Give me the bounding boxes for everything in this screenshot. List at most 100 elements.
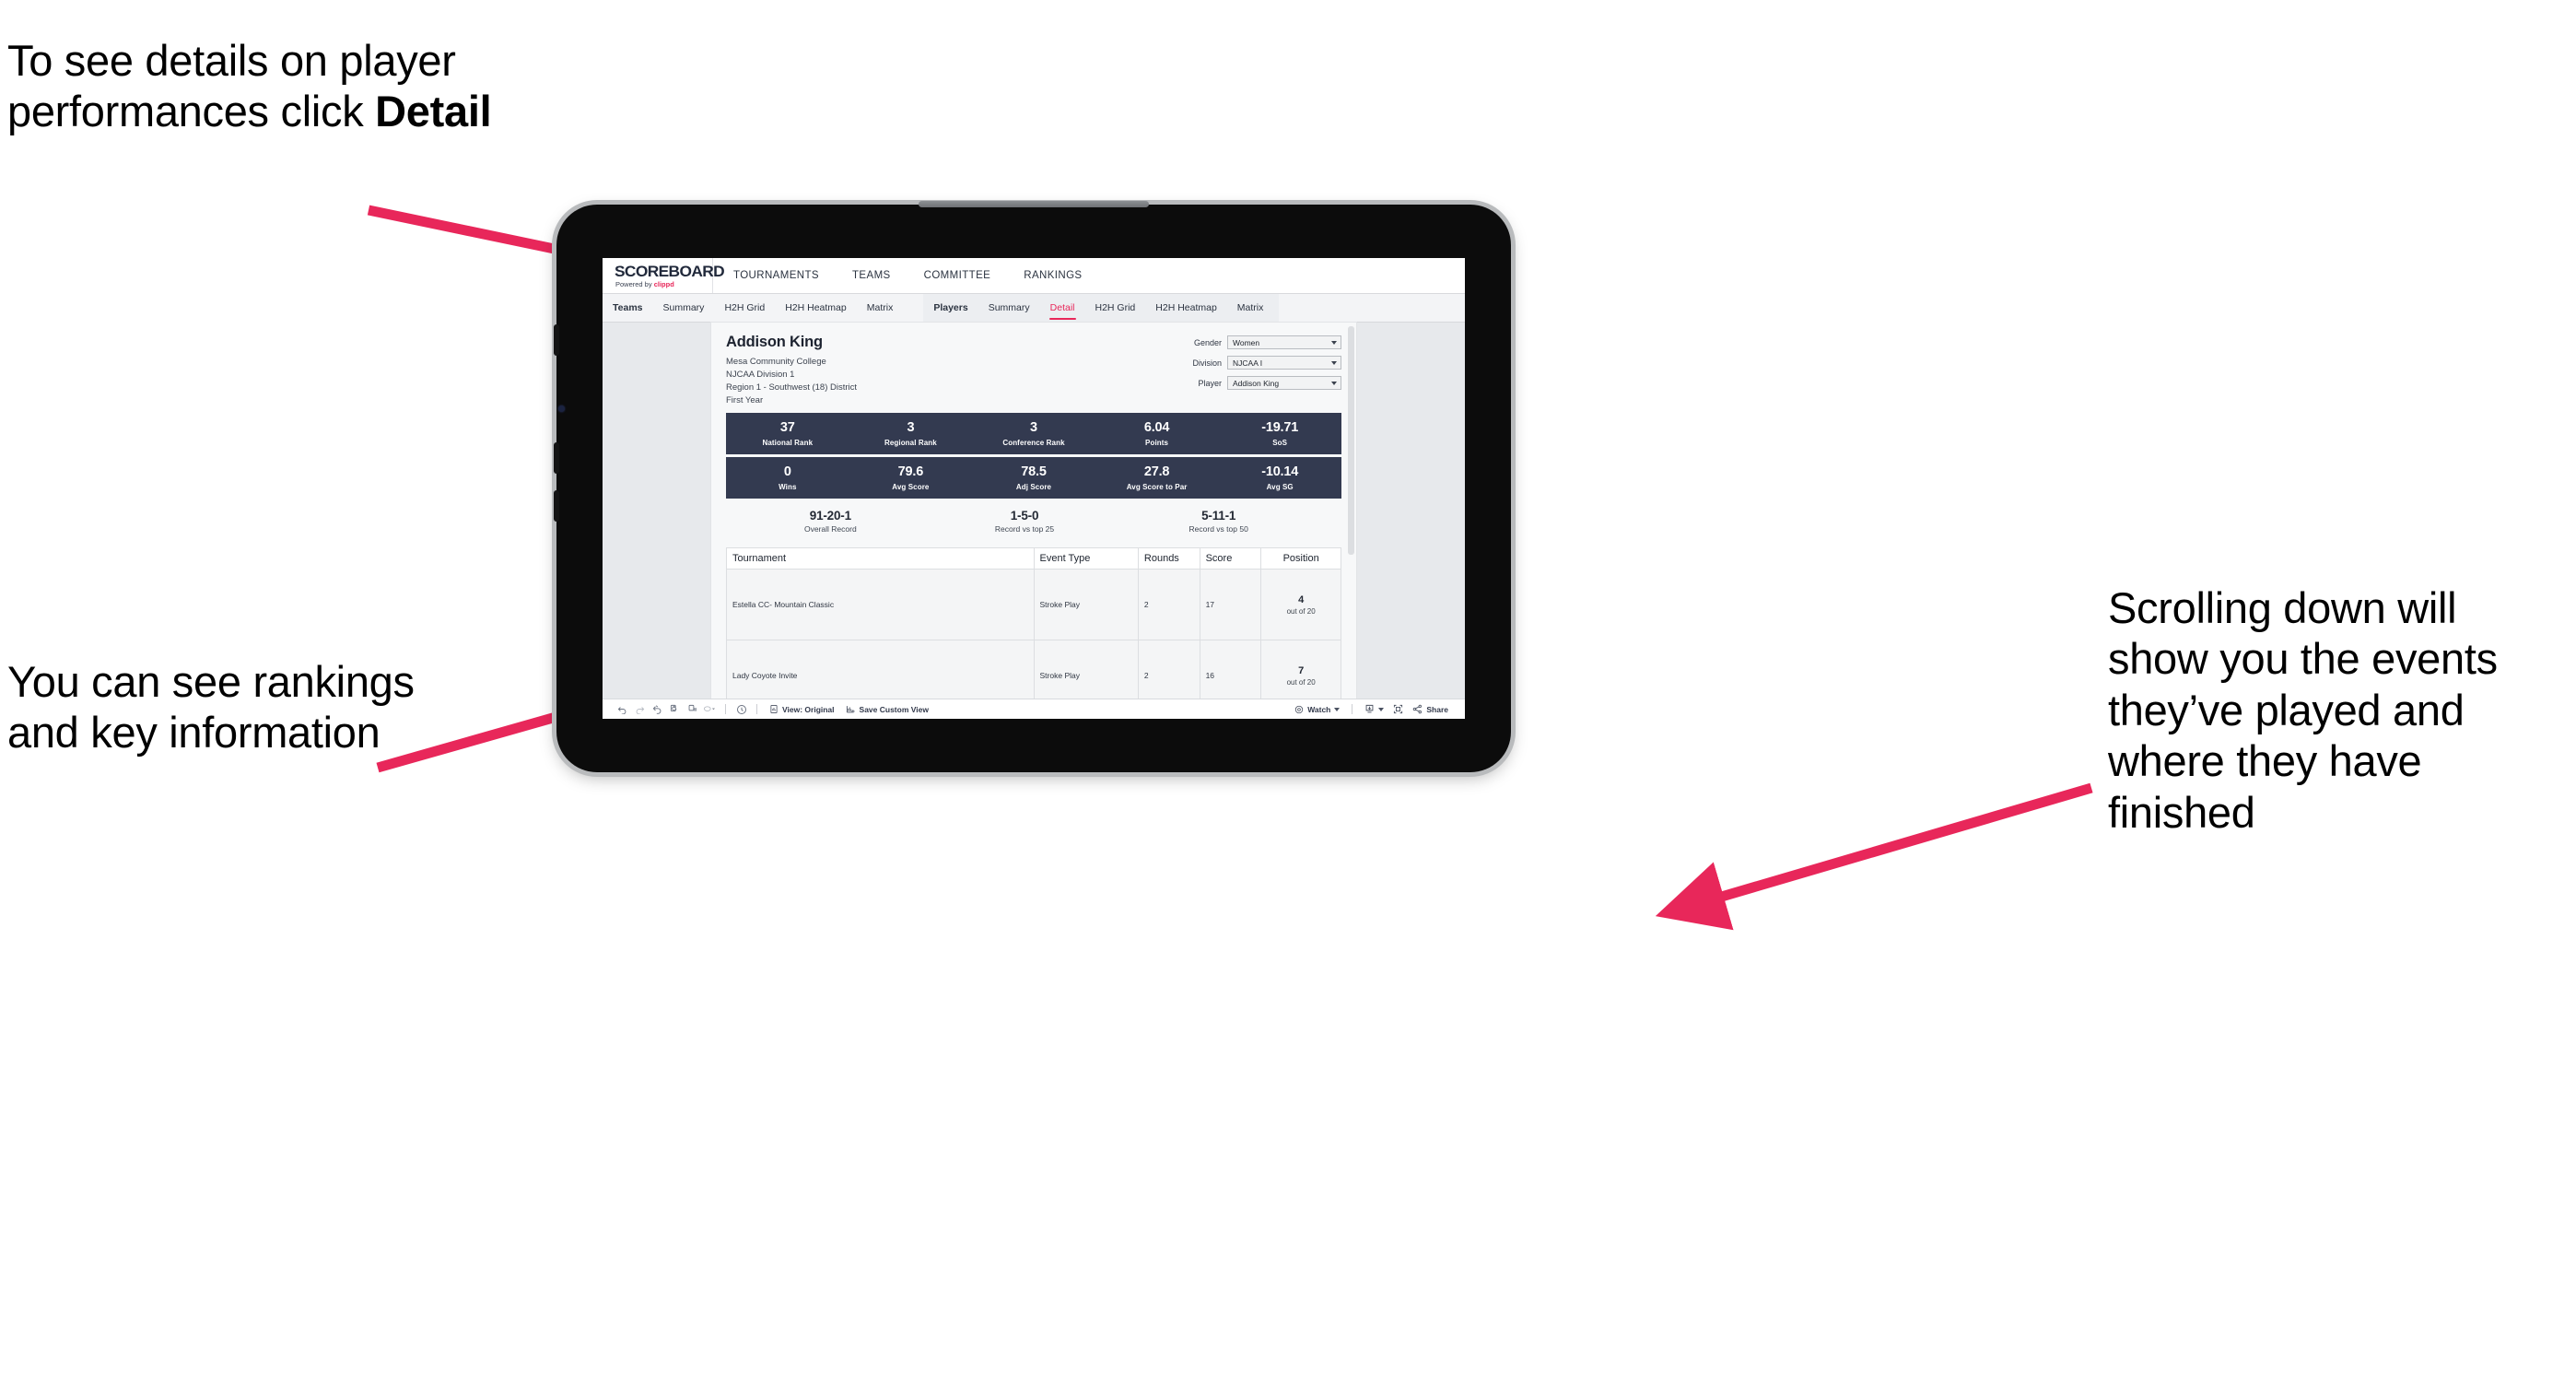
stat-adj-score-label: Adj Score [1015,482,1052,491]
sub-nav-item-players-h2h-grid[interactable]: H2H Grid [1085,294,1146,322]
tablet-button-volume-up[interactable] [554,442,559,474]
record-overall-label: Overall Record [803,524,857,534]
sub-nav-group-teams: Teams Summary H2H Grid H2H Heatmap Matri… [603,294,903,322]
cell-position: 4 out of 20 [1260,569,1341,641]
vertical-scrollbar[interactable] [1348,326,1354,555]
view-original-label: View: Original [782,704,835,714]
watch-label: Watch [1307,704,1331,714]
sub-nav: Teams Summary H2H Grid H2H Heatmap Matri… [603,294,1465,323]
tablet-speaker-grille [919,201,1149,207]
sub-nav-item-teams-summary[interactable]: Summary [653,294,715,322]
stat-sos-label: SoS [1272,438,1288,447]
record-top50-label: Record vs top 50 [1188,524,1248,534]
stat-regional-rank: 3 Regional Rank [849,419,973,447]
tournaments-table: Tournament Event Type Rounds Score Posit… [726,547,1341,712]
top-nav-item-teams[interactable]: TEAMS [836,270,907,281]
chevron-down-icon [1331,381,1337,385]
stat-adj-score: 78.5 Adj Score [972,464,1095,491]
pause-icon[interactable] [684,702,701,717]
stat-national-rank-label: National Rank [762,438,814,447]
site-header: SCOREBOARD Powered by clippd TOURNAMENTS… [603,258,1465,294]
top-nav-item-tournaments[interactable]: TOURNAMENTS [713,270,836,281]
sub-nav-item-teams[interactable]: Teams [603,294,653,322]
filter-division-label: Division [1192,358,1222,368]
record-top25-label: Record vs top 25 [994,524,1055,534]
stat-wins: 0 Wins [726,464,849,491]
chevron-down-icon [1331,340,1337,345]
annotation-right: Scrolling down will show you the events … [2108,583,2498,837]
column-header-event-type[interactable]: Event Type [1033,547,1139,570]
brand-clippd: clippd [653,280,674,288]
filter-player-value: Addison King [1233,378,1280,388]
stats-band-rankings: 37 National Rank 3 Regional Rank 3 Confe… [726,413,1341,455]
stat-regional-rank-label: Regional Rank [884,438,937,447]
filter-player-select[interactable]: Addison King [1227,376,1341,390]
stat-avg-score: 79.6 Avg Score [849,464,973,491]
tablet-button-volume-down[interactable] [554,490,559,522]
sub-nav-item-players-matrix[interactable]: Matrix [1227,294,1274,322]
undo-icon[interactable] [614,702,631,717]
stat-avg-score-label: Avg Score [892,482,930,491]
filter-player-label: Player [1198,378,1222,388]
filter-gender: Gender Women [1170,335,1341,349]
sub-nav-item-teams-h2h-heatmap[interactable]: H2H Heatmap [775,294,857,322]
fullscreen-icon[interactable] [1389,702,1407,717]
sub-nav-item-players-detail[interactable]: Detail [1040,294,1085,322]
column-header-tournament[interactable]: Tournament [726,547,1035,570]
tablet-button-power[interactable] [554,324,559,356]
filter-division-select[interactable]: NJCAA I [1227,356,1341,370]
stat-avg-sg-label: Avg SG [1266,482,1294,491]
stat-national-rank-value: 37 [779,419,795,435]
top-nav-item-rankings[interactable]: RANKINGS [1007,270,1098,281]
view-original-button[interactable]: View: Original [764,704,840,714]
player-info: Addison King Mesa Community College NJCA… [726,334,857,407]
sub-nav-item-players-h2h-heatmap[interactable]: H2H Heatmap [1145,294,1227,322]
page-title: Addison King [726,334,823,350]
record-top25-value: 1-5-0 [1010,509,1039,523]
column-header-position[interactable]: Position [1260,547,1341,570]
column-header-rounds[interactable]: Rounds [1137,547,1200,570]
revert-icon[interactable] [649,702,666,717]
stat-wins-label: Wins [779,482,797,491]
sub-nav-item-teams-matrix[interactable]: Matrix [857,294,904,322]
watch-button[interactable]: Watch [1289,705,1345,714]
cell-rounds: 2 [1137,569,1200,641]
filter-gender-label: Gender [1193,337,1222,347]
share-button[interactable]: Share [1407,704,1454,714]
player-region: Region 1 - Southwest (18) District [726,382,858,393]
top-nav-item-committee[interactable]: COMMITTEE [907,270,1008,281]
save-custom-view-button[interactable]: Save Custom View [840,704,934,714]
filter-gender-select[interactable]: Women [1227,335,1341,349]
cell-score: 17 [1199,569,1262,641]
sub-nav-item-players[interactable]: Players [923,294,978,322]
viz-sheet: Addison King Mesa Community College NJCA… [711,323,1356,719]
record-overall: 91-20-1 Overall Record [733,509,928,534]
sub-nav-item-players-summary[interactable]: Summary [978,294,1040,322]
stat-conference-rank-value: 3 [1030,419,1037,435]
share-label: Share [1426,704,1448,714]
pause-auto-update-icon[interactable] [732,702,750,717]
stat-avg-score-to-par: 27.8 Avg Score to Par [1095,464,1219,491]
download-button[interactable] [1359,704,1389,714]
column-header-score[interactable]: Score [1199,547,1262,570]
viz-area: Addison King Mesa Community College NJCA… [603,323,1465,719]
redo-icon[interactable] [631,702,649,717]
chevron-down-icon [1331,360,1337,365]
tablet-camera [558,405,565,412]
cell-position-number: 7 [1298,664,1305,676]
stat-conference-rank: 3 Conference Rank [972,419,1095,447]
filter-gender-value: Women [1233,337,1260,347]
cell-position-outof: out of 20 [1286,677,1316,687]
sub-nav-item-teams-h2h-grid[interactable]: H2H Grid [714,294,775,322]
stat-points-label: Points [1145,438,1169,447]
brand-logo[interactable]: SCOREBOARD Powered by clippd [603,258,725,293]
cell-tournament: Estella CC- Mountain Classic [726,569,1035,641]
stat-avg-score-to-par-label: Avg Score to Par [1126,482,1188,491]
cell-position-number: 4 [1298,593,1305,605]
tablet-screen: SCOREBOARD Powered by clippd TOURNAMENTS… [603,258,1465,719]
chevron-down-icon [1334,707,1341,711]
undo-redo-dropdown-icon[interactable] [701,702,719,717]
refresh-icon[interactable] [666,702,684,717]
stat-regional-rank-value: 3 [907,419,915,435]
table-row[interactable]: Estella CC- Mountain Classic Stroke Play… [726,569,1341,641]
